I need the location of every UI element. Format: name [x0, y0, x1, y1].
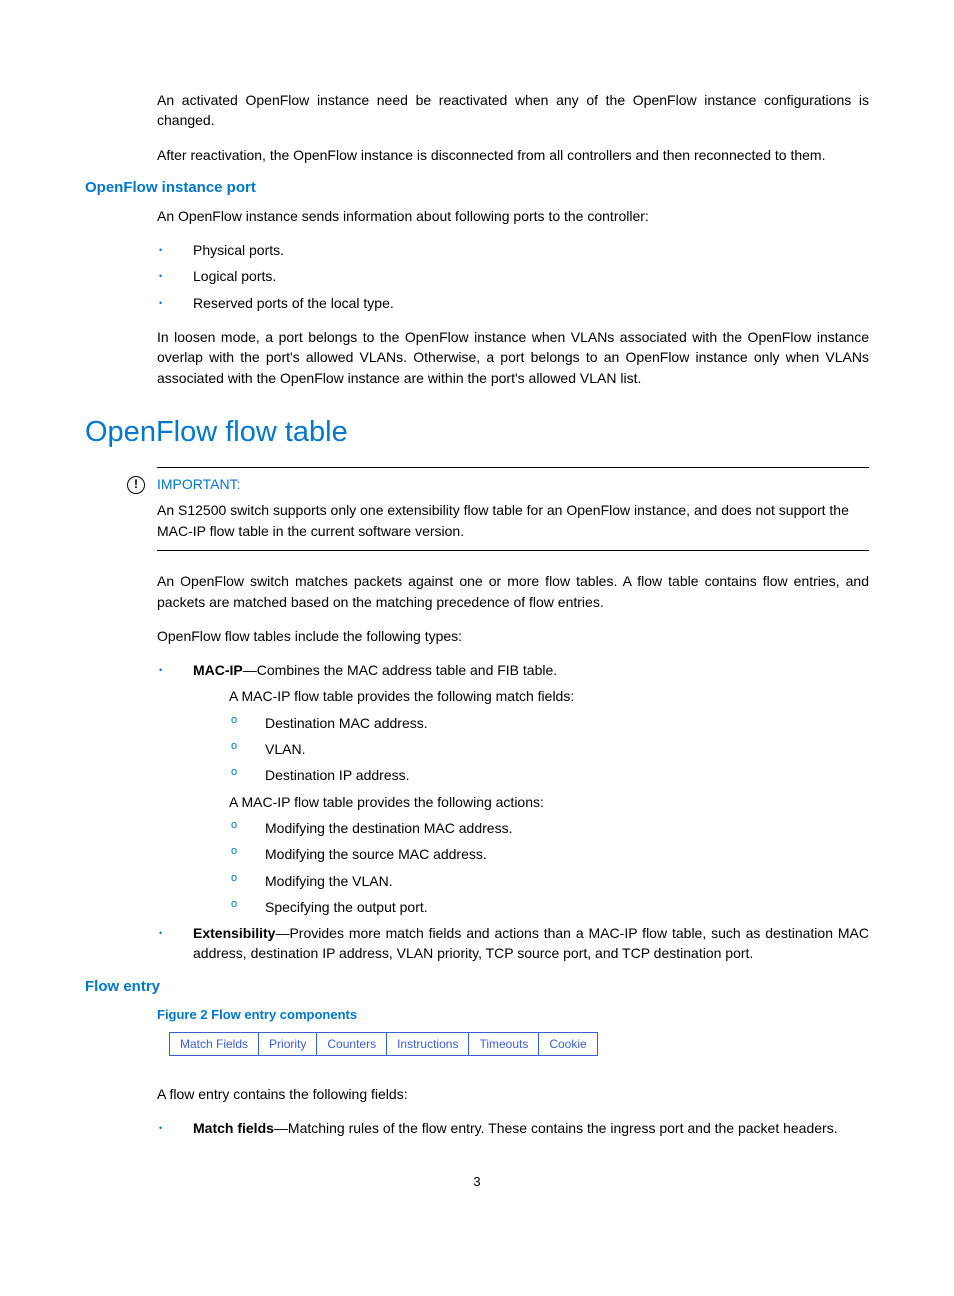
macip-actions-list: Modifying the destination MAC address. M… [229, 818, 869, 917]
important-label: IMPORTANT: [157, 476, 241, 492]
mf-label: Match fields [193, 1120, 274, 1136]
table-cell: Counters [317, 1032, 387, 1055]
paragraph: After reactivation, the OpenFlow instanc… [157, 145, 869, 165]
list-item: Modifying the destination MAC address. [229, 818, 869, 838]
ext-desc: —Provides more match fields and actions … [193, 925, 869, 961]
flow-table-types-list: MAC-IP—Combines the MAC address table an… [157, 660, 869, 964]
list-item: Reserved ports of the local type. [157, 293, 869, 313]
list-item: Destination MAC address. [229, 713, 869, 733]
heading-flow-entry: Flow entry [85, 978, 869, 995]
macip-match-fields-list: Destination MAC address. VLAN. Destinati… [229, 713, 869, 786]
table-cell: Cookie [539, 1032, 597, 1055]
list-item: Logical ports. [157, 266, 869, 286]
heading-openflow-flow-table: OpenFlow flow table [85, 416, 869, 449]
macip-label: MAC-IP [193, 662, 243, 678]
heading-openflow-instance-port: OpenFlow instance port [85, 179, 869, 196]
list-item: VLAN. [229, 739, 869, 759]
paragraph: OpenFlow flow tables include the followi… [157, 626, 869, 646]
paragraph: A flow entry contains the following fiel… [157, 1084, 869, 1104]
important-title: !IMPORTANT: [157, 476, 869, 494]
list-item-extensibility: Extensibility—Provides more match fields… [157, 923, 869, 964]
list-item: Specifying the output port. [229, 897, 869, 917]
list-item: Destination IP address. [229, 765, 869, 785]
mf-desc: —Matching rules of the flow entry. These… [274, 1120, 838, 1136]
flow-entry-fields-list: Match fields—Matching rules of the flow … [157, 1118, 869, 1138]
paragraph: An OpenFlow switch matches packets again… [157, 571, 869, 612]
paragraph: A MAC-IP flow table provides the followi… [229, 686, 869, 706]
table-cell: Instructions [387, 1032, 469, 1055]
document-page: An activated OpenFlow instance need be r… [0, 0, 954, 1239]
figure-caption: Figure 2 Flow entry components [157, 1007, 869, 1022]
paragraph: An activated OpenFlow instance need be r… [157, 90, 869, 131]
list-item: Physical ports. [157, 240, 869, 260]
important-text: An S12500 switch supports only one exten… [157, 500, 869, 542]
list-item-match-fields: Match fields—Matching rules of the flow … [157, 1118, 869, 1138]
table-cell: Match Fields [170, 1032, 259, 1055]
paragraph: In loosen mode, a port belongs to the Op… [157, 327, 869, 388]
list-item: Modifying the VLAN. [229, 871, 869, 891]
macip-desc: —Combines the MAC address table and FIB … [243, 662, 557, 678]
list-item: Modifying the source MAC address. [229, 844, 869, 864]
paragraph: A MAC-IP flow table provides the followi… [229, 792, 869, 812]
paragraph: An OpenFlow instance sends information a… [157, 206, 869, 226]
list-item-macip: MAC-IP—Combines the MAC address table an… [157, 660, 869, 917]
table-cell: Priority [259, 1032, 317, 1055]
page-number: 3 [85, 1174, 869, 1189]
flow-entry-components-table: Match Fields Priority Counters Instructi… [169, 1032, 598, 1056]
ports-list: Physical ports. Logical ports. Reserved … [157, 240, 869, 313]
ext-label: Extensibility [193, 925, 275, 941]
alert-icon: ! [127, 476, 145, 494]
important-callout: !IMPORTANT: An S12500 switch supports on… [157, 467, 869, 551]
table-cell: Timeouts [469, 1032, 539, 1055]
